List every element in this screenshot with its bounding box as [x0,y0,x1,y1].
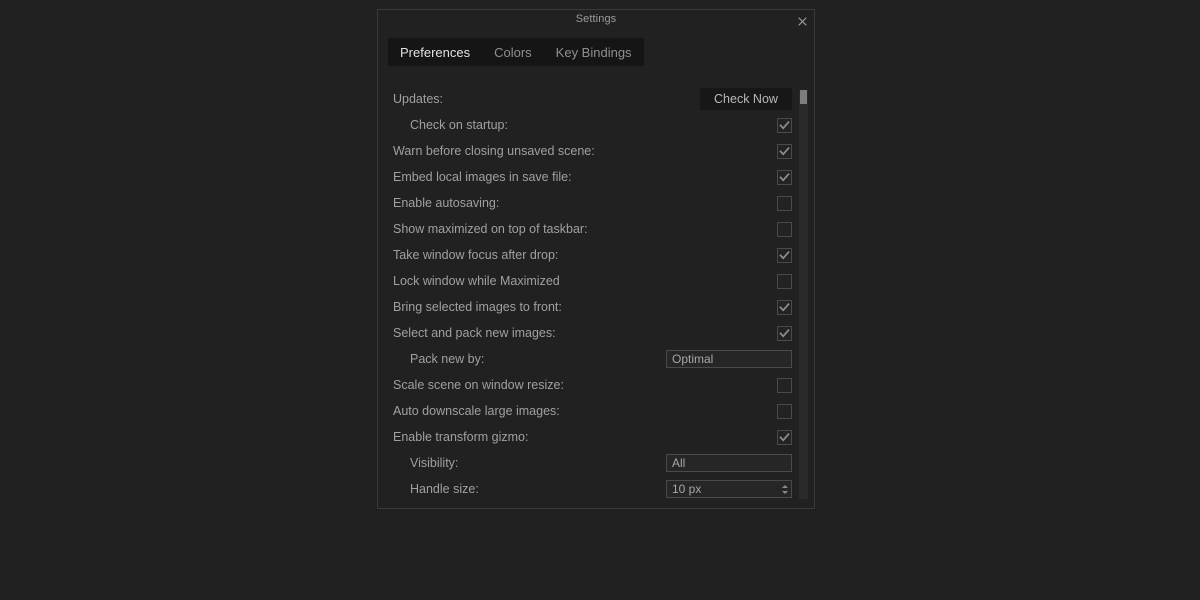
setting-label-enable-autosaving: Enable autosaving: [393,196,500,210]
setting-control-pack-new-by: Optimal [666,350,792,368]
setting-row-enable-autosaving: Enable autosaving: [379,190,813,216]
dialog-title: Settings [575,13,617,25]
setting-row-bring-selected-images-to-front: Bring selected images to front: [379,294,813,320]
tab-preferences-label: Preferences [400,44,471,60]
checkbox-check-on-startup[interactable] [777,117,792,133]
tab-key-bindings-label: Key Bindings [555,44,632,60]
setting-control-scale-scene-on-window-resize [777,377,792,393]
spinner-down-icon[interactable] [781,490,788,494]
tab-preferences[interactable]: Preferences [388,38,482,66]
setting-label-visibility: Visibility: [410,456,459,470]
app-root: Settings Preferences Colors Key Bindings… [0,0,1200,600]
setting-control-warn-before-closing-unsaved-scene [777,143,792,159]
setting-control-updates: Check Now [700,88,792,110]
checkbox-warn-before-closing-unsaved-scene[interactable] [777,143,792,159]
setting-label-auto-downscale-large-images: Auto downscale large images: [393,404,560,418]
scrollbar-thumb[interactable] [800,90,807,104]
checkbox-select-and-pack-new-images[interactable] [777,325,792,341]
checkbox-auto-downscale-large-images[interactable] [777,403,792,419]
setting-control-bring-selected-images-to-front [777,299,792,315]
setting-row-scale-scene-on-window-resize: Scale scene on window resize: [379,372,813,398]
field-value-pack-new-by: Optimal [672,352,714,366]
checkbox-enable-transform-gizmo[interactable] [777,429,792,445]
spinner-up-icon[interactable] [781,484,788,488]
setting-control-enable-transform-gizmo [777,429,792,445]
tab-colors-label: Colors [494,44,532,60]
setting-label-warn-before-closing-unsaved-scene: Warn before closing unsaved scene: [393,144,595,158]
checkbox-take-window-focus-after-drop[interactable] [777,247,792,263]
tab-colors[interactable]: Colors [482,38,544,66]
setting-label-scale-scene-on-window-resize: Scale scene on window resize: [393,378,564,392]
preferences-row-list: Updates: Check Now Check on startup: Warn b… [379,86,813,502]
setting-control-select-and-pack-new-images [777,325,792,341]
setting-control-show-maximized-on-top-of-taskbar [777,221,792,237]
setting-label-handle-size: Handle size: [410,482,479,496]
setting-control-take-window-focus-after-drop [777,247,792,263]
combobox-visibility[interactable]: All [666,454,792,472]
setting-row-warn-before-closing-unsaved-scene: Warn before closing unsaved scene: [379,138,813,164]
spinner-arrows [780,481,789,497]
setting-row-handle-size: Handle size: 10 px [379,476,813,502]
setting-row-auto-downscale-large-images: Auto downscale large images: [379,398,813,424]
close-icon[interactable] [793,12,811,30]
setting-label-embed-local-images-in-save-file: Embed local images in save file: [393,170,572,184]
tab-key-bindings[interactable]: Key Bindings [544,38,644,66]
setting-label-lock-window-while-maximized: Lock window while Maximized [393,274,560,288]
checkbox-bring-selected-images-to-front[interactable] [777,299,792,315]
setting-control-visibility: All [666,454,792,472]
setting-row-visibility: Visibility: All [379,450,813,476]
settings-dialog: Settings Preferences Colors Key Bindings… [377,9,815,509]
check-now-button[interactable]: Check Now [700,88,792,110]
setting-row-lock-window-while-maximized: Lock window while Maximized [379,268,813,294]
setting-control-lock-window-while-maximized [777,273,792,289]
setting-row-enable-transform-gizmo: Enable transform gizmo: [379,424,813,450]
setting-row-check-on-startup: Check on startup: [379,112,813,138]
setting-label-show-maximized-on-top-of-taskbar: Show maximized on top of taskbar: [393,222,588,236]
setting-label-updates: Updates: [393,92,444,106]
preferences-scrollbar[interactable] [799,90,808,499]
setting-label-enable-transform-gizmo: Enable transform gizmo: [393,430,529,444]
checkbox-enable-autosaving[interactable] [777,195,792,211]
setting-control-embed-local-images-in-save-file [777,169,792,185]
setting-row-embed-local-images-in-save-file: Embed local images in save file: [379,164,813,190]
spinbox-handle-size[interactable]: 10 px [666,480,792,498]
setting-label-check-on-startup: Check on startup: [410,118,508,132]
settings-tabbar: Preferences Colors Key Bindings [388,38,644,66]
setting-label-bring-selected-images-to-front: Bring selected images to front: [393,300,562,314]
setting-row-select-and-pack-new-images: Select and pack new images: [379,320,813,346]
setting-label-select-and-pack-new-images: Select and pack new images: [393,326,556,340]
checkbox-lock-window-while-maximized[interactable] [777,273,792,289]
checkbox-embed-local-images-in-save-file[interactable] [777,169,792,185]
setting-control-auto-downscale-large-images [777,403,792,419]
setting-label-take-window-focus-after-drop: Take window focus after drop: [393,248,559,262]
setting-control-enable-autosaving [777,195,792,211]
checkbox-show-maximized-on-top-of-taskbar[interactable] [777,221,792,237]
setting-row-updates: Updates: Check Now [379,86,813,112]
setting-row-take-window-focus-after-drop: Take window focus after drop: [379,242,813,268]
combobox-pack-new-by[interactable]: Optimal [666,350,792,368]
setting-row-show-maximized-on-top-of-taskbar: Show maximized on top of taskbar: [379,216,813,242]
field-value-handle-size: 10 px [672,482,702,496]
setting-control-handle-size: 10 px [666,480,792,498]
dialog-titlebar[interactable]: Settings [378,10,814,32]
setting-control-check-on-startup [777,117,792,133]
field-value-visibility: All [672,456,686,470]
preferences-panel: Updates: Check Now Check on startup: Warn b… [379,76,813,507]
checkbox-scale-scene-on-window-resize[interactable] [777,377,792,393]
setting-row-pack-new-by: Pack new by: Optimal [379,346,813,372]
setting-label-pack-new-by: Pack new by: [410,352,485,366]
